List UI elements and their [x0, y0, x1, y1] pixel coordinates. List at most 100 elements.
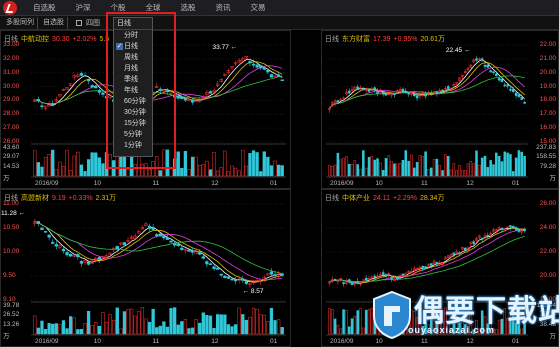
- volume-bar: [122, 311, 127, 335]
- y-tick-label: 24.00: [539, 224, 556, 231]
- candle-body: [401, 273, 405, 276]
- volume-bar: [330, 309, 334, 335]
- volume-tick-label: 237.83: [536, 144, 556, 151]
- y-tick-label: 10.00: [3, 248, 20, 255]
- x-tick-label: 01: [512, 180, 520, 187]
- volume-bar: [432, 159, 436, 177]
- candle-body: [233, 278, 238, 282]
- volume-bar: [342, 309, 345, 335]
- volume-bar: [418, 155, 422, 177]
- volume-bar: [353, 315, 357, 335]
- four-chart-icon[interactable]: [76, 19, 82, 26]
- x-tick-label: 11: [152, 338, 160, 345]
- volume-bar: [248, 316, 252, 335]
- candle-body: [517, 94, 521, 98]
- volume-bar: [115, 307, 119, 335]
- candle-body: [162, 235, 166, 239]
- candle-body: [429, 92, 433, 95]
- candle-body: [384, 274, 388, 277]
- volume-bar: [266, 321, 270, 335]
- candle-body: [190, 99, 195, 103]
- volume-bar: [424, 151, 427, 177]
- nav-item-trade[interactable]: 交易: [241, 0, 276, 16]
- volume-bar: [33, 315, 37, 335]
- volume-bar: [427, 169, 430, 177]
- nav-item-watchlist[interactable]: 自选股: [23, 0, 66, 16]
- candle-body: [512, 225, 515, 229]
- y-tick-label: 21.00: [539, 54, 556, 62]
- volume-bar: [480, 157, 484, 177]
- candle-body: [495, 73, 498, 76]
- site-watermark: 偶要下载站 ouyaoxiazai.com: [370, 284, 559, 347]
- volume-bar: [86, 311, 91, 335]
- y-tick-label: 19.00: [539, 82, 556, 90]
- candle-body: [503, 84, 507, 87]
- candle-body: [190, 250, 195, 253]
- multi-stock-button[interactable]: 多股同列: [3, 16, 38, 29]
- volume-bar: [273, 320, 277, 335]
- chart-panel-3[interactable]: 日线 高盟新材 9.19 +0.33% 2.31万 11.00 10.50 10.00 9.50…: [0, 189, 291, 347]
- candle-body: [514, 227, 518, 231]
- candle-body: [51, 103, 55, 106]
- volume-bar: [390, 161, 393, 177]
- volume-bar: [61, 320, 66, 335]
- volume-bar: [180, 321, 184, 335]
- candle-body: [475, 58, 478, 61]
- volume-bar: [248, 153, 252, 177]
- volume-bar: [230, 165, 234, 177]
- x-tick-label: 2016/09: [35, 180, 59, 187]
- volume-bar: [76, 151, 80, 177]
- volume-bar: [65, 328, 69, 335]
- candle-body: [280, 79, 284, 82]
- volume-bar: [198, 165, 202, 177]
- volume-bar: [216, 314, 220, 335]
- candlestick-chart[interactable]: [322, 31, 558, 188]
- volume-bar: [133, 315, 137, 335]
- volume-bar: [226, 324, 231, 335]
- top-nav: 自选股 沪深 个股 全球 选股 资讯 交易: [0, 0, 559, 16]
- volume-bar: [336, 324, 340, 335]
- candle-body: [208, 91, 213, 94]
- candle-body: [512, 89, 515, 92]
- candlestick-chart[interactable]: [1, 190, 290, 346]
- volume-bar: [233, 324, 238, 335]
- volume-bar: [523, 155, 526, 177]
- y-tick-label: 30.00: [3, 82, 20, 90]
- volume-bar: [276, 319, 281, 335]
- candle-body: [230, 278, 234, 281]
- volume-tick-label: 39.78: [3, 302, 20, 309]
- moving-average-line: [34, 221, 283, 274]
- volume-bar: [446, 156, 450, 177]
- candle-body: [429, 263, 433, 266]
- candle-body: [401, 88, 405, 92]
- candle-body: [373, 87, 376, 90]
- candle-body: [183, 98, 188, 101]
- candle-body: [452, 252, 456, 255]
- x-tick-label: 01: [270, 180, 278, 187]
- volume-bar: [76, 329, 80, 335]
- watchlist-button[interactable]: 自选股: [40, 16, 68, 29]
- candle-body: [276, 74, 281, 77]
- candle-body: [342, 282, 345, 285]
- volume-bar: [339, 328, 342, 335]
- nav-item-shanghai-shenzhen[interactable]: 沪深: [66, 0, 101, 16]
- volume-bar: [497, 155, 501, 177]
- candle-body: [54, 244, 58, 247]
- volume-bar: [478, 164, 481, 177]
- volume-bar: [237, 307, 241, 335]
- candle-body: [165, 237, 170, 240]
- candle-body: [47, 234, 51, 238]
- four-chart-label[interactable]: 四图: [86, 18, 100, 28]
- candle-body: [523, 228, 526, 232]
- candle-body: [147, 225, 152, 229]
- volume-tick-label: 14.53: [3, 162, 20, 170]
- nav-item-news[interactable]: 资讯: [206, 0, 241, 16]
- y-tick-label: 27.00: [3, 124, 20, 132]
- x-tick-label: 11: [152, 180, 160, 187]
- volume-bar: [251, 307, 256, 335]
- candle-body: [364, 277, 368, 281]
- volume-bar: [404, 150, 408, 177]
- volume-bar: [339, 159, 342, 177]
- volume-bar: [129, 308, 134, 335]
- chart-panel-2[interactable]: 日线 东方财富 17.39 +0.95% 20.61万 22.00 21.00 20.00 19…: [321, 30, 559, 189]
